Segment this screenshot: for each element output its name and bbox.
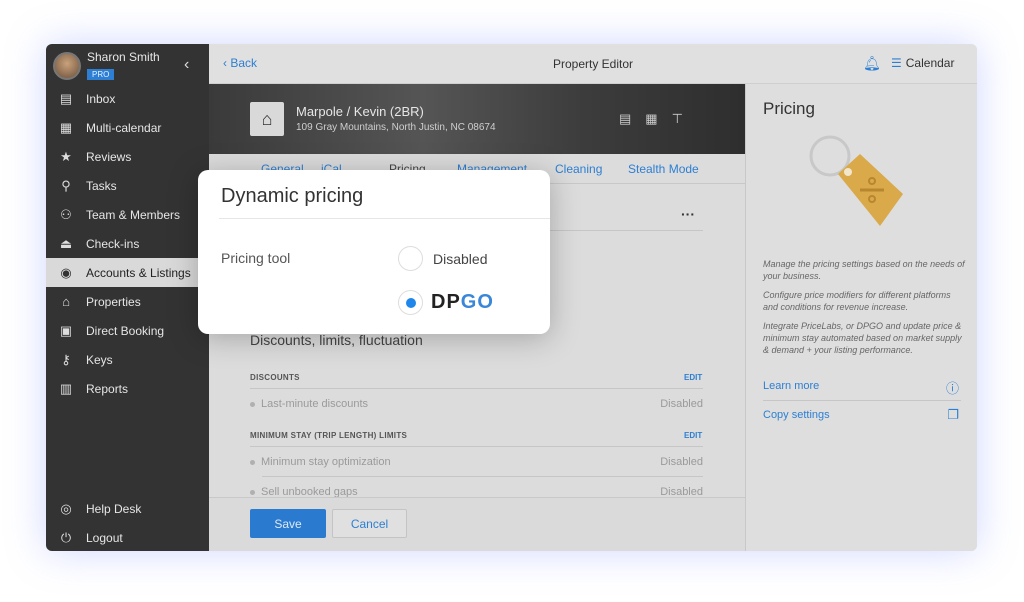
calendar-search-icon: ☰ — [891, 56, 902, 70]
chat-icon[interactable]: ▤ — [619, 111, 645, 126]
lifebuoy-icon: ◎ — [60, 500, 72, 516]
sidebar: Sharon Smith PRO ‹ ▤ Inbox ▦ Multi-calendar… — [46, 44, 209, 551]
sidebar-item-label: Check-ins — [86, 236, 140, 251]
more-options-icon[interactable]: ··· — [681, 206, 695, 222]
learn-more-link[interactable]: Learn more ⓘ — [763, 380, 961, 396]
chat-icon: ▤ — [59, 90, 73, 106]
chart-icon: ▥ — [59, 380, 73, 396]
copy-settings-link[interactable]: Copy settings ❐ — [763, 407, 961, 422]
modal-title: Dynamic pricing — [221, 185, 364, 207]
cancel-button[interactable]: Cancel — [332, 509, 407, 538]
team-icon: ⚇ — [60, 206, 72, 222]
edit-discounts-link[interactable]: EDIT — [684, 373, 702, 382]
save-button[interactable]: Save — [250, 509, 326, 538]
description-paragraph: Manage the pricing settings based on the… — [763, 259, 965, 281]
calendar-icon[interactable]: ▦ — [645, 111, 671, 126]
radio-dpgo[interactable] — [398, 290, 423, 315]
tab-stealth-mode[interactable]: Stealth Mode — [628, 162, 699, 176]
list-item: Last-minute discounts Disabled — [250, 398, 703, 410]
user-name: Sharon Smith — [87, 50, 160, 64]
sidebar-item-multi-calendar[interactable]: ▦ Multi-calendar — [46, 113, 209, 142]
bell-desk-icon: ⏏ — [59, 235, 73, 251]
paint-roller-icon[interactable]: ⊤ — [672, 111, 697, 126]
copy-settings-label: Copy settings — [763, 409, 830, 421]
sidebar-item-direct-booking[interactable]: ▣ Direct Booking — [46, 316, 209, 345]
sidebar-item-label: Keys — [86, 352, 113, 367]
description-paragraph: Configure price modifiers for different … — [763, 290, 951, 312]
sidebar-item-help-desk[interactable]: ◎ Help Desk — [46, 494, 209, 523]
web-icon: ▣ — [59, 322, 73, 338]
row-name: Last-minute discounts — [261, 398, 368, 410]
row-value: Disabled — [660, 456, 703, 468]
calendar-button[interactable]: ☰ Calendar — [891, 56, 954, 70]
page-title: Property Editor — [552, 57, 634, 71]
property-name: Marpole / Kevin (2BR) — [296, 104, 424, 119]
sidebar-item-team-members[interactable]: ⚇ Team & Members — [46, 200, 209, 229]
sidebar-item-keys[interactable]: ⚷ Keys — [46, 345, 209, 374]
learn-more-label: Learn more — [763, 380, 820, 392]
collapse-sidebar-icon[interactable]: ‹ — [184, 56, 189, 74]
dynamic-pricing-modal: Dynamic pricing Pricing tool Disabled DP… — [198, 170, 550, 334]
option-disabled-label[interactable]: Disabled — [433, 251, 487, 267]
star-icon: ★ — [60, 148, 72, 164]
sidebar-item-label: Reviews — [86, 149, 132, 164]
pricing-help-panel: Pricing Manage the pricing settings base… — [745, 84, 977, 551]
power-icon: ⏻ — [60, 529, 72, 545]
discounts-label: DISCOUNTS — [250, 373, 300, 382]
sidebar-item-label: Logout — [86, 530, 123, 545]
sidebar-item-label: Reports — [86, 381, 129, 396]
logo-part: DP — [431, 291, 461, 313]
home-icon: ⌂ — [62, 294, 70, 309]
pricing-tool-label: Pricing tool — [221, 250, 291, 266]
calendar-icon: ▦ — [59, 119, 73, 135]
sidebar-item-accounts-listings[interactable]: ◉ Accounts & Listings — [46, 258, 209, 287]
calendar-label: Calendar — [905, 56, 955, 70]
price-tag-icon — [809, 135, 903, 226]
sidebar-item-label: Help Desk — [86, 501, 142, 516]
sidebar-item-label: Multi-calendar — [86, 120, 162, 135]
user-profile[interactable]: Sharon Smith PRO — [53, 50, 160, 82]
row-value: Disabled — [660, 398, 703, 410]
key-icon: ⚷ — [61, 351, 71, 367]
sidebar-item-reports[interactable]: ▥ Reports — [46, 374, 209, 403]
sidebar-item-tasks[interactable]: ⚲ Tasks — [46, 171, 209, 200]
logo-part: GO — [460, 291, 494, 313]
sidebar-item-reviews[interactable]: ★ Reviews — [46, 142, 209, 171]
sidebar-item-inbox[interactable]: ▤ Inbox — [46, 84, 209, 113]
tab-cleaning[interactable]: Cleaning — [555, 162, 602, 176]
sidebar-item-label: Accounts & Listings — [86, 265, 191, 280]
list-item: Minimum stay optimization Disabled — [250, 456, 703, 468]
notification-bell-icon[interactable]: 🔔︎ — [863, 55, 881, 72]
sidebar-item-label: Properties — [86, 294, 141, 309]
section-title: Discounts, limits, fluctuation — [250, 332, 423, 348]
property-banner: ⌂ Marpole / Kevin (2BR) 109 Gray Mountai… — [209, 84, 745, 154]
row-name: Minimum stay optimization — [261, 456, 391, 468]
avatar — [53, 52, 81, 80]
top-bar: ‹ Back Property Editor 🔔︎ ☰ Calendar — [209, 44, 977, 84]
panel-title: Pricing — [763, 99, 815, 118]
min-stay-label: MINIMUM STAY (TRIP LENGTH) LIMITS — [250, 431, 408, 440]
account-icon: ◉ — [60, 264, 72, 280]
sidebar-item-label: Team & Members — [86, 207, 181, 222]
edit-min-stay-link[interactable]: EDIT — [684, 431, 702, 440]
sidebar-item-label: Tasks — [86, 178, 117, 193]
description-paragraph: Integrate PriceLabs, or DPGO and update … — [763, 321, 962, 355]
help-circle-icon: ⓘ — [945, 381, 959, 396]
footer-actions: Save Cancel — [209, 497, 745, 551]
sidebar-item-label: Inbox — [86, 91, 116, 106]
dpgo-logo[interactable]: DPGO — [431, 291, 494, 314]
sidebar-item-check-ins[interactable]: ⏏ Check-ins — [46, 229, 209, 258]
property-address: 109 Gray Mountains, North Justin, NC 086… — [296, 122, 496, 133]
broom-icon: ⚲ — [61, 177, 71, 193]
radio-disabled[interactable] — [398, 246, 423, 271]
pro-badge: PRO — [87, 69, 115, 80]
sidebar-item-logout[interactable]: ⏻ Logout — [46, 523, 209, 551]
home-icon: ⌂ — [250, 102, 284, 136]
sidebar-item-label: Direct Booking — [86, 323, 165, 338]
sidebar-item-properties[interactable]: ⌂ Properties — [46, 287, 209, 316]
panel-description: Manage the pricing settings based on the… — [763, 258, 968, 363]
copy-icon: ❐ — [947, 407, 959, 422]
